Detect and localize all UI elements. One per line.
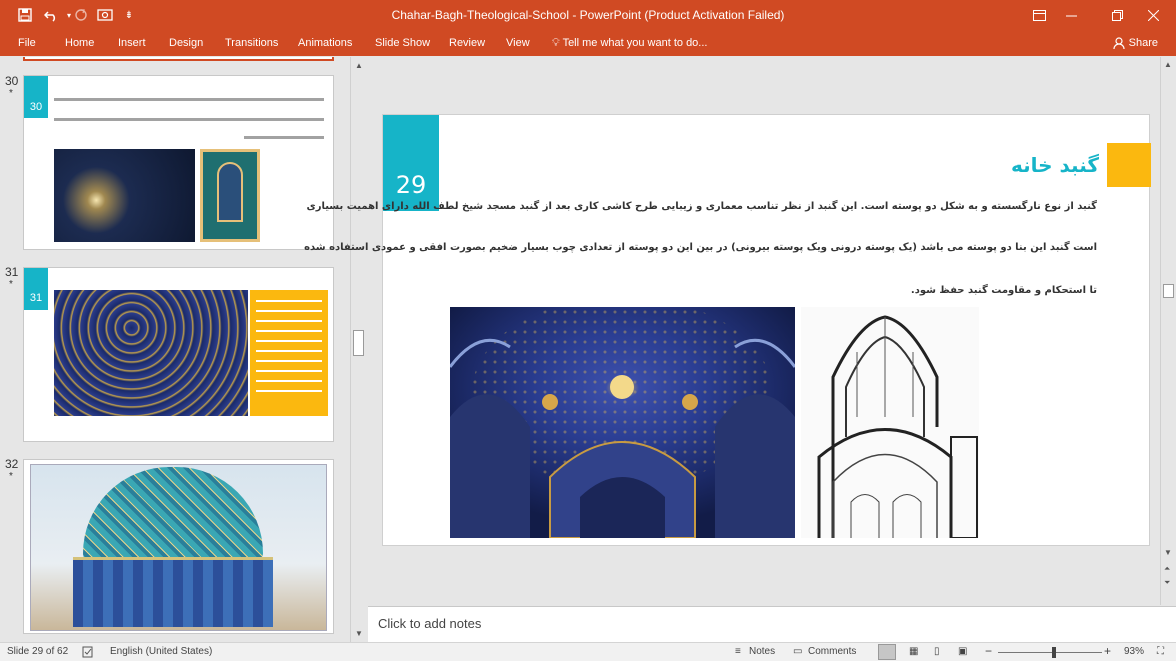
slide-number: 29 [395,171,427,199]
slideshow-icon[interactable]: ▣ [958,646,967,657]
tab-file[interactable]: File [18,34,36,52]
dome-tile-image [54,290,248,416]
thumbnails-scrollbar[interactable]: ▲ ▼ [350,57,367,642]
reading-view-icon[interactable]: ▯ [934,646,940,657]
start-from-beginning-icon[interactable] [94,4,116,26]
zoom-slider[interactable] [998,652,1102,653]
title-bar: ▾ ⇟ Chahar-Bagh-Theological-School - Pow… [0,0,1176,30]
tell-me-search[interactable]: 💡︎ Tell me what you want to do... [552,34,707,52]
zoom-level[interactable]: 93% [1124,646,1144,657]
next-slide-icon[interactable]: ⏷ [1164,578,1170,588]
animation-star-icon: * [9,471,13,482]
window-title: Chahar-Bagh-Theological-School - PowerPo… [391,8,785,22]
notes-pane[interactable]: Click to add notes [368,606,1176,642]
body-line-1[interactable]: گنبد از نوع نارگسسته و به شکل دو پوسته ا… [307,201,1097,212]
slide-sorter-icon[interactable]: ▦ [909,646,918,657]
zoom-out-icon[interactable]: − [985,644,992,658]
notes-toggle[interactable]: Notes [749,646,775,657]
tab-review[interactable]: Review [449,34,485,52]
lightbulb-icon: 💡︎ [552,37,560,49]
scroll-up-icon[interactable]: ▲ [1164,60,1172,69]
comments-toggle[interactable]: Comments [808,646,856,657]
thumb-number-badge: 30 [24,76,48,118]
slide-29-thumbnail-edge[interactable] [23,57,334,61]
animation-star-icon: * [9,279,13,290]
yellow-accent-block [1107,143,1151,187]
notes-placeholder[interactable]: Click to add notes [378,616,481,631]
slide-number-badge: 29 [383,115,439,211]
slide-31-thumbnail[interactable]: 31 [23,267,334,442]
ribbon-tabs: File Home Insert Design Transitions Anim… [0,30,1176,56]
minimize-icon[interactable] [1048,0,1094,30]
zoom-in-icon[interactable]: + [1104,644,1111,658]
tab-slide-show[interactable]: Slide Show [375,34,430,52]
share-label: Share [1128,37,1158,49]
slide-32-thumbnail[interactable] [23,459,334,634]
scroll-down-icon[interactable]: ▼ [1164,548,1172,557]
yellow-text-panel [250,290,328,416]
previous-slide-icon[interactable]: ⏶ [1164,564,1170,574]
slide-title[interactable]: گنبد خانه [1011,153,1099,177]
slide-counter: Slide 29 of 62 [7,646,69,657]
dome-exterior-image [30,464,327,631]
scroll-thumb[interactable] [353,330,364,356]
animation-star-icon: * [9,88,13,99]
save-icon[interactable] [14,4,36,26]
tile-panel-image [200,149,260,242]
tab-design[interactable]: Design [169,34,203,52]
tab-insert[interactable]: Insert [118,34,146,52]
comments-icon[interactable]: ▭ [793,646,802,657]
dome-interior-photo[interactable] [450,307,795,538]
text-line [244,136,324,139]
slide-30-thumbnail[interactable]: 30 [23,75,334,250]
thumbnail-number: 30 [5,74,19,88]
tell-me-text: Tell me what you want to do... [562,37,708,49]
customize-toolbar-icon[interactable]: ⇟ [118,4,140,26]
body-line-2[interactable]: است گنبد این بنا دو پوسته می باشد (یک پو… [304,242,1097,253]
zoom-slider-thumb[interactable] [1052,647,1056,658]
share-button[interactable]: Share [1113,33,1158,53]
notes-icon[interactable]: ≡ [735,646,741,657]
text-line [54,118,324,121]
tab-animations[interactable]: Animations [298,34,352,52]
scroll-thumb[interactable] [1163,284,1174,298]
slide-thumbnails-pane: 30 * 30 31 * 31 32 * [0,57,350,642]
status-bar: Slide 29 of 62 English (United States) ≡… [0,642,1176,661]
redo-icon[interactable] [70,4,92,26]
tab-home[interactable]: Home [65,34,94,52]
scroll-up-icon[interactable]: ▲ [355,61,363,70]
scroll-down-icon[interactable]: ▼ [355,629,363,638]
editor-scrollbar[interactable]: ▲ ▼ ⏶ ⏷ [1160,57,1176,605]
close-icon[interactable] [1130,0,1176,30]
current-slide[interactable]: 29 گنبد خانه گنبد از نوع نارگسسته و به ش… [304,114,1151,546]
dome-section-drawing[interactable] [801,307,979,538]
tab-view[interactable]: View [506,34,530,52]
thumbnail-number: 31 [5,265,19,279]
body-line-3[interactable]: تا استحکام و مقاومت گنبد حفظ شود. [441,285,1097,296]
mosque-window-image [54,149,195,242]
normal-view-icon[interactable] [878,644,896,660]
tab-transitions[interactable]: Transitions [225,34,278,52]
text-line [54,98,324,101]
language-indicator[interactable]: English (United States) [110,646,212,657]
fit-to-window-icon[interactable]: ⛶ [1157,646,1164,657]
thumbnail-number: 32 [5,457,19,471]
thumb-number-badge: 31 [24,268,48,310]
person-icon [1113,37,1125,49]
spell-check-icon[interactable] [82,646,94,661]
